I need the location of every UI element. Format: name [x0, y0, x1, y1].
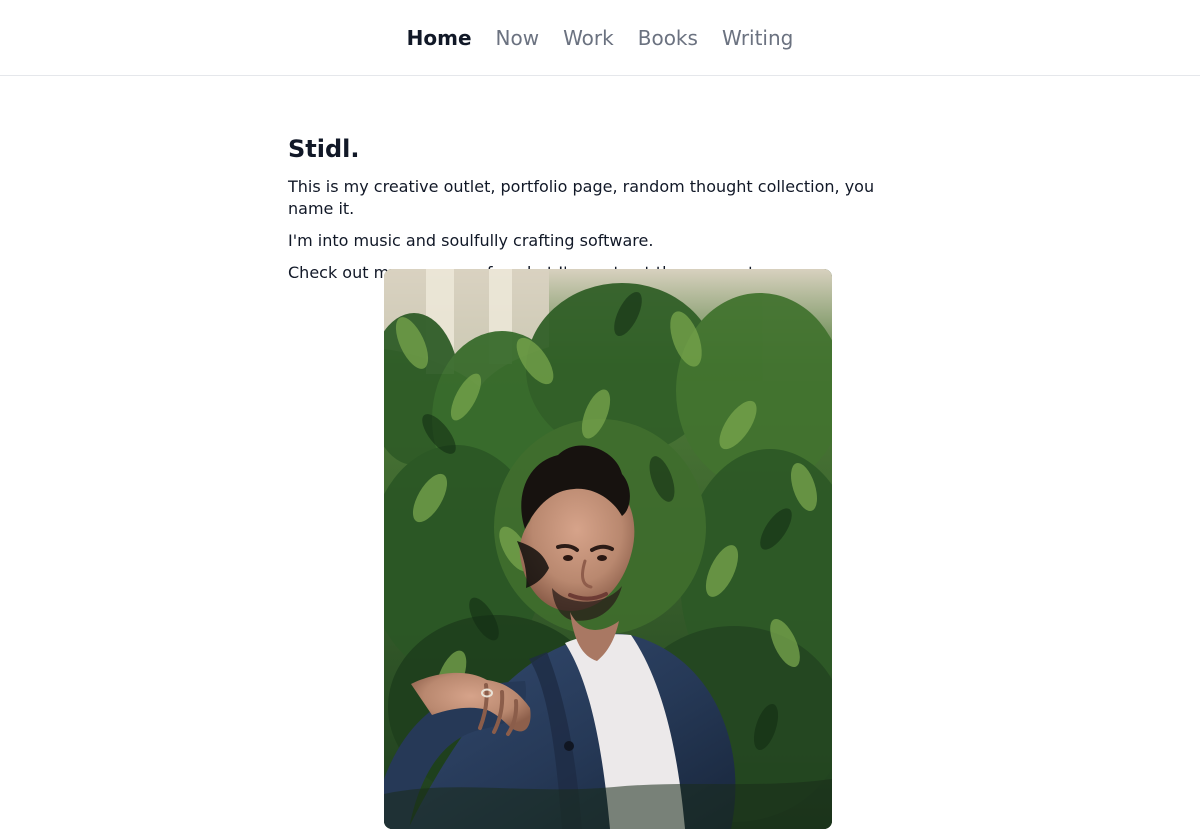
intro-line-creative-outlet: This is my creative outlet, portfolio pa… — [288, 177, 875, 218]
nav-link-work[interactable]: Work — [563, 24, 614, 52]
jacket-button — [564, 741, 574, 751]
intro-line-music-software: I'm into music and soulfully crafting so… — [288, 231, 654, 250]
nav-link-home[interactable]: Home — [407, 24, 472, 52]
nav-link-books[interactable]: Books — [638, 24, 698, 52]
main-navigation: Home Now Work Books Writing — [0, 0, 1200, 76]
nav-link-writing[interactable]: Writing — [722, 24, 793, 52]
nav-link-now[interactable]: Now — [496, 24, 540, 52]
portrait-illustration — [384, 269, 832, 829]
portrait-photo — [384, 269, 832, 829]
right-eye — [597, 555, 607, 561]
page-title: Stidl. — [288, 135, 360, 163]
left-eye — [563, 555, 573, 561]
